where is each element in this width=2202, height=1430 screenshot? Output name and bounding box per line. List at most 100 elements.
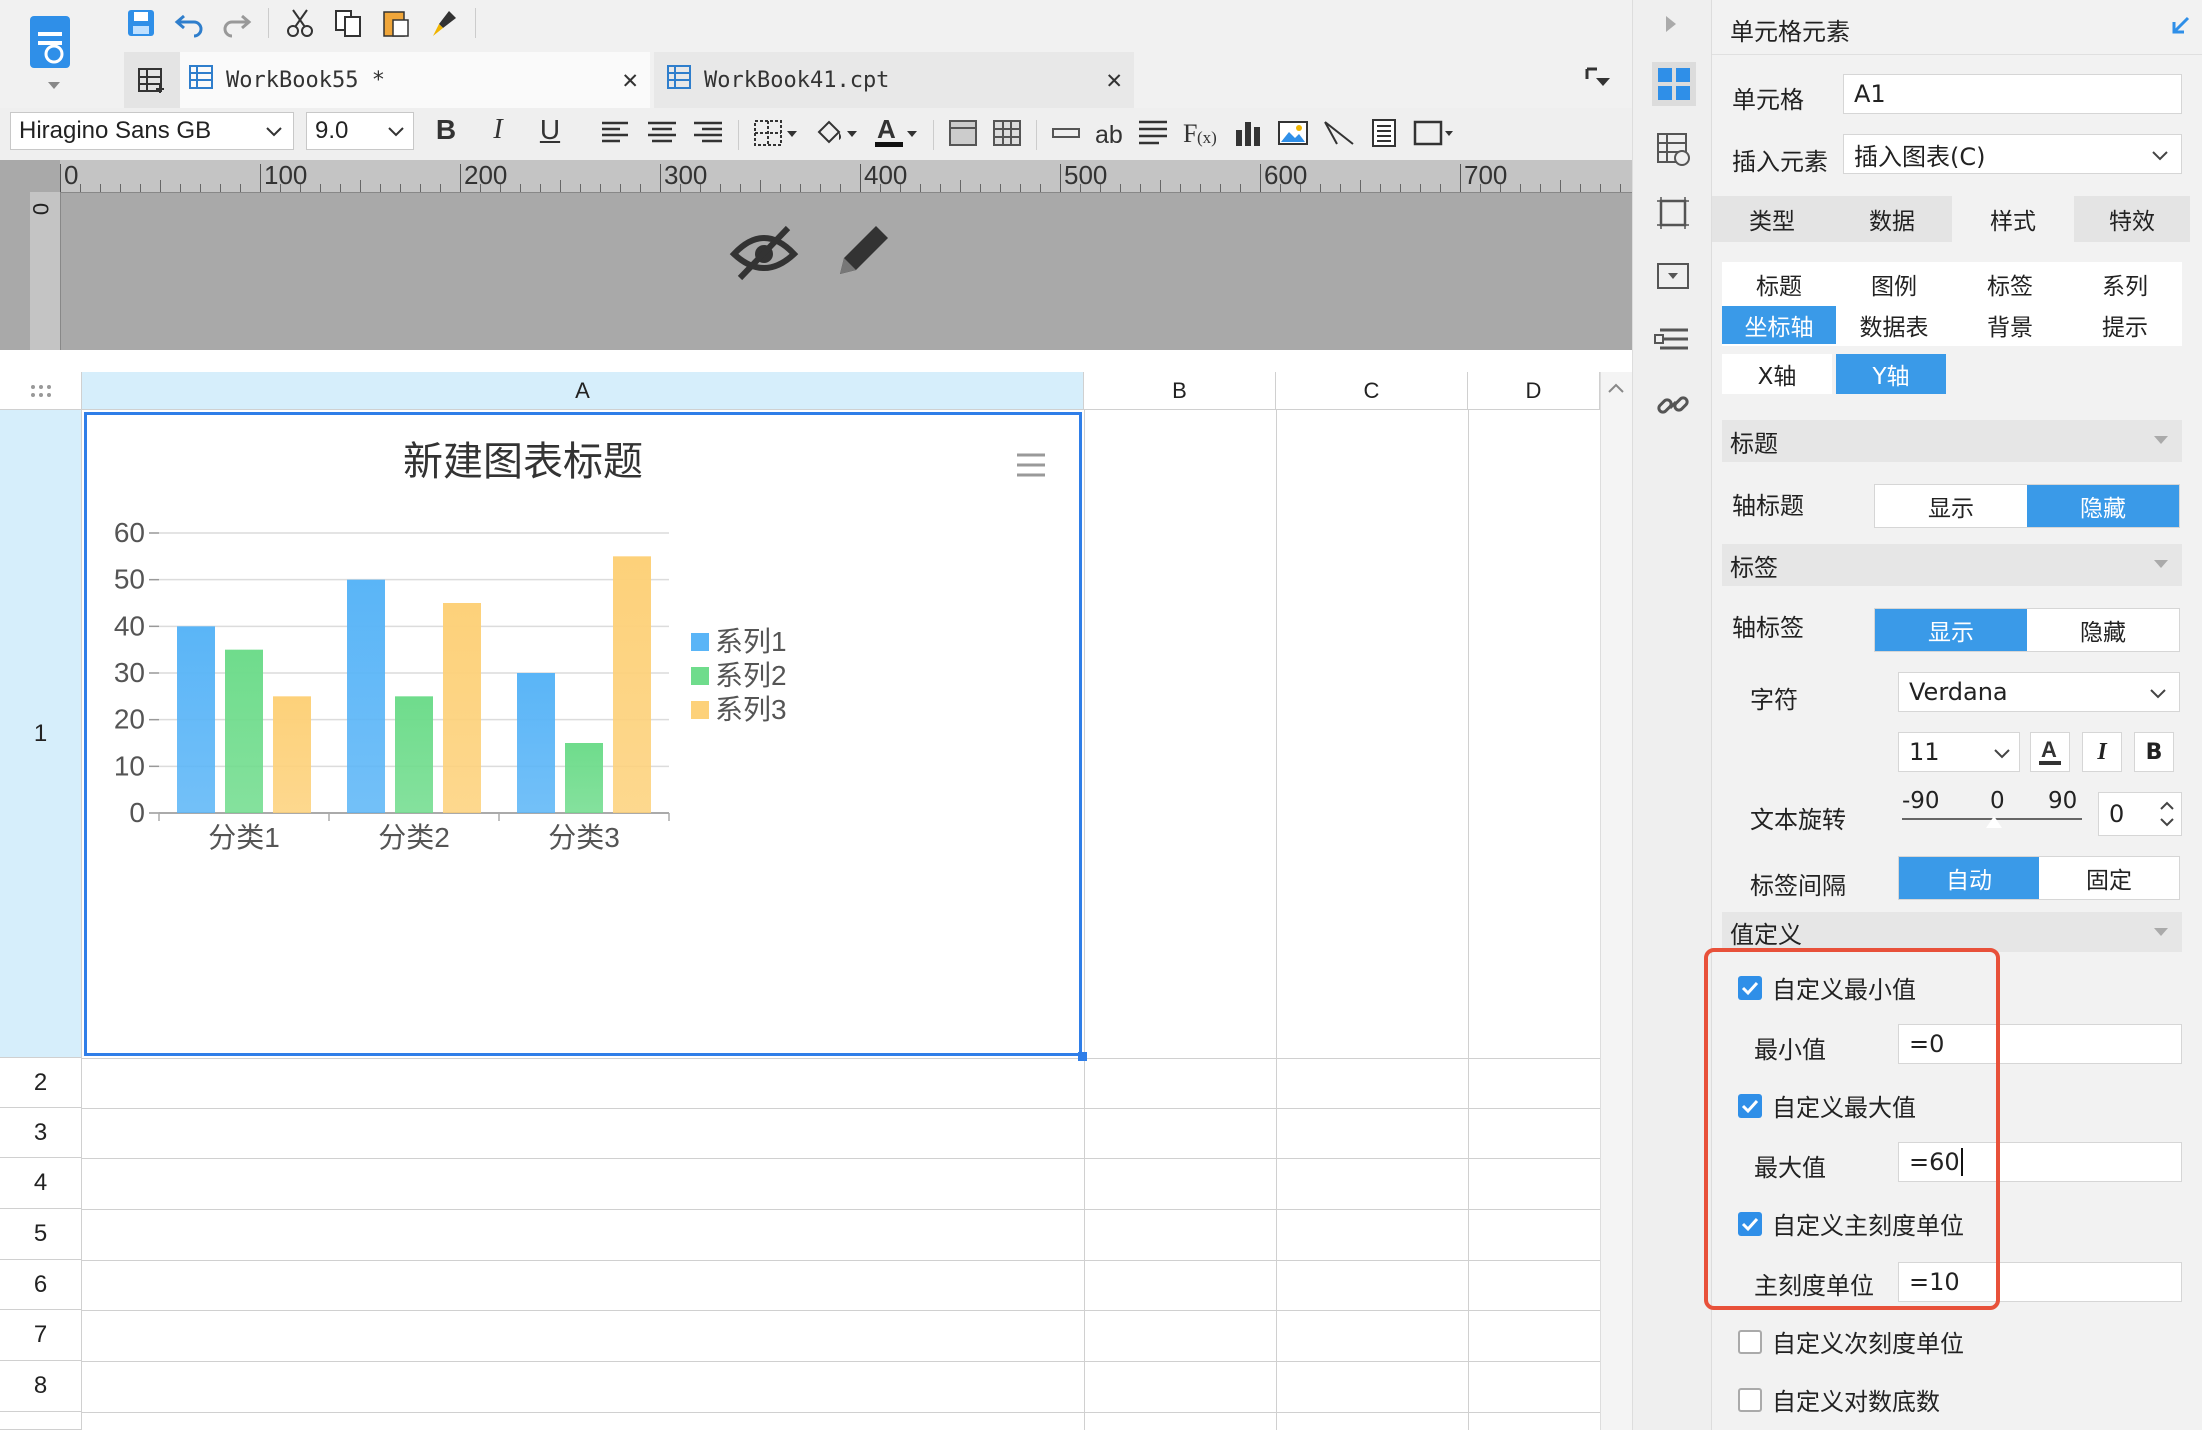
tab-workbook41[interactable]: WorkBook41.cpt ✕ <box>654 52 1134 108</box>
subtab-background[interactable]: 背景 <box>1952 306 2068 344</box>
axis-label-toggle[interactable]: 显示 隐藏 <box>1874 608 2180 652</box>
column-header-a[interactable]: A <box>82 372 1084 410</box>
row-header-7[interactable]: 7 <box>0 1310 82 1361</box>
cell-a1-chart[interactable]: 新建图表标题 0 10 20 30 40 50 60 分类1 分类2 分类3 系列1 系列2 系列3 <box>84 412 1082 1056</box>
select-all-corner[interactable] <box>0 372 82 410</box>
copy-icon[interactable] <box>331 6 365 40</box>
bar-chart[interactable]: 新建图表标题 0 10 20 30 40 50 60 分类1 分类2 分类3 系列1系列2系列3 <box>87 415 1079 1053</box>
font-size-select[interactable]: 9.0 <box>306 112 414 150</box>
axis-title-hide[interactable]: 隐藏 <box>2027 485 2179 527</box>
tab-y-axis[interactable]: Y轴 <box>1836 354 1946 394</box>
vertical-scrollbar[interactable] <box>1600 372 1632 1430</box>
resize-handle[interactable] <box>1078 1052 1087 1061</box>
cell-field[interactable]: A1 <box>1843 74 2182 114</box>
widget-icon[interactable] <box>1656 196 1690 234</box>
custom-minor-checkbox[interactable]: 自定义次刻度单位 <box>1738 1324 1964 1359</box>
insert-chart-icon[interactable] <box>1233 118 1263 152</box>
subtab-tooltip[interactable]: 提示 <box>2068 306 2182 344</box>
font-family-select[interactable]: Hiragino Sans GB <box>10 112 294 150</box>
cell-element-icon[interactable] <box>1652 62 1696 106</box>
formula-icon[interactable]: F (x) <box>1183 118 1219 152</box>
tab-type[interactable]: 类型 <box>1712 196 1832 242</box>
redo-icon[interactable] <box>220 6 254 40</box>
font-select[interactable]: Verdana <box>1898 672 2180 712</box>
rotate-value-field[interactable]: 0 <box>2098 792 2182 836</box>
slash-cell-icon[interactable] <box>1323 118 1355 152</box>
fill-color-icon[interactable] <box>813 118 859 152</box>
rotate-slider-thumb[interactable] <box>1986 816 2002 828</box>
column-header-d[interactable]: D <box>1468 372 1600 410</box>
paste-icon[interactable] <box>379 6 413 40</box>
cell-attribute-icon[interactable] <box>1656 132 1692 170</box>
tab-menu-icon[interactable] <box>1584 64 1612 96</box>
tab-workbook55[interactable]: WorkBook55 * ✕ <box>180 52 650 108</box>
interval-auto[interactable]: 自动 <box>1899 857 2039 899</box>
subreport-icon[interactable] <box>1369 118 1399 152</box>
tab-x-axis[interactable]: X轴 <box>1722 354 1832 394</box>
cut-icon[interactable] <box>283 6 317 40</box>
row-header-2[interactable]: 2 <box>0 1058 82 1108</box>
tab-style[interactable]: 样式 <box>1952 196 2074 242</box>
new-sheet-icon[interactable] <box>124 52 180 108</box>
subtab-datatable[interactable]: 数据表 <box>1836 306 1952 344</box>
underline-button[interactable]: U <box>530 114 570 146</box>
hyperlink-icon[interactable] <box>1656 388 1690 426</box>
checkbox-unchecked-icon[interactable] <box>1738 1329 1762 1354</box>
tab-data[interactable]: 数据 <box>1832 196 1952 242</box>
subtab-axis[interactable]: 坐标轴 <box>1722 306 1836 344</box>
axis-title-toggle[interactable]: 显示 隐藏 <box>1874 484 2180 528</box>
section-title[interactable]: 标题 <box>1722 420 2182 462</box>
insert-image-icon[interactable] <box>1277 118 1309 152</box>
checkbox-unchecked-icon[interactable] <box>1738 1387 1762 1412</box>
bold-button[interactable]: B <box>426 114 466 146</box>
close-tab-icon[interactable]: ✕ <box>1106 65 1122 95</box>
custom-log-checkbox[interactable]: 自定义对数底数 <box>1738 1382 1940 1417</box>
subtab-title[interactable]: 标题 <box>1722 265 1836 303</box>
cell-border-icon[interactable] <box>1413 118 1453 152</box>
italic-toggle[interactable]: I <box>2082 732 2122 772</box>
form-element-icon[interactable] <box>1656 262 1690 296</box>
row-header-4[interactable]: 4 <box>0 1158 82 1209</box>
edit-pencil-icon[interactable] <box>830 218 896 288</box>
pin-icon[interactable] <box>2168 14 2192 42</box>
tab-effect[interactable]: 特效 <box>2074 196 2190 242</box>
align-left-icon[interactable] <box>600 118 632 152</box>
axis-label-show[interactable]: 显示 <box>1875 609 2027 651</box>
row-header-1[interactable]: 1 <box>0 410 82 1058</box>
italic-button[interactable]: I <box>478 114 518 146</box>
split-cells-icon[interactable] <box>992 118 1022 152</box>
layer-icon[interactable] <box>1654 326 1692 360</box>
row-header-3[interactable]: 3 <box>0 1108 82 1158</box>
section-value-def[interactable]: 值定义 <box>1722 912 2182 952</box>
font-color-button[interactable]: A <box>2030 732 2070 772</box>
paragraph-icon[interactable] <box>1137 118 1169 152</box>
column-header-c[interactable]: C <box>1276 372 1468 410</box>
expand-arrow-icon[interactable] <box>1664 14 1678 38</box>
save-icon[interactable] <box>124 6 158 40</box>
axis-label-hide[interactable]: 隐藏 <box>2027 609 2179 651</box>
insert-element-select[interactable]: 插入图表(C) <box>1843 134 2182 174</box>
align-center-icon[interactable] <box>646 118 678 152</box>
subtab-legend[interactable]: 图例 <box>1836 265 1952 303</box>
row-header-5[interactable]: 5 <box>0 1209 82 1260</box>
hide-eye-icon[interactable] <box>728 220 800 288</box>
interval-toggle[interactable]: 自动 固定 <box>1898 856 2180 900</box>
text-field-icon[interactable] <box>1051 118 1081 152</box>
close-tab-icon[interactable]: ✕ <box>622 65 638 95</box>
subtab-label[interactable]: 标签 <box>1952 265 2068 303</box>
row-header-9[interactable] <box>0 1412 82 1430</box>
logo-caret-icon[interactable] <box>48 82 60 89</box>
axis-title-show[interactable]: 显示 <box>1875 485 2027 527</box>
interval-fixed[interactable]: 固定 <box>2039 857 2179 899</box>
app-logo-icon[interactable] <box>26 14 76 74</box>
spinner-icon[interactable] <box>2159 799 2175 829</box>
border-icon[interactable] <box>753 118 799 152</box>
wrap-text-button[interactable]: ab <box>1095 121 1123 150</box>
font-color-icon[interactable]: A <box>873 114 919 154</box>
subtab-series[interactable]: 系列 <box>2068 265 2182 303</box>
merge-cells-icon[interactable] <box>948 118 978 152</box>
row-header-8[interactable]: 8 <box>0 1361 82 1412</box>
section-label[interactable]: 标签 <box>1722 544 2182 586</box>
column-header-b[interactable]: B <box>1084 372 1276 410</box>
undo-icon[interactable] <box>172 6 206 40</box>
